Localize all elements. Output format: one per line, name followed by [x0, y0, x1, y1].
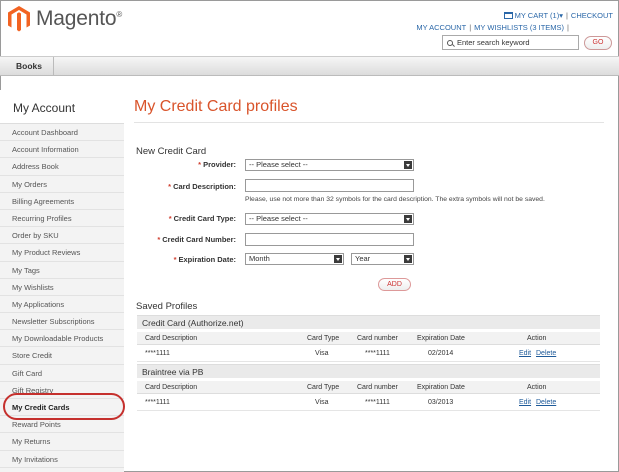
edit-link[interactable]: Edit: [519, 395, 531, 411]
row-card-type: Visa: [315, 350, 329, 357]
page-title: My Credit Card profiles: [134, 98, 298, 115]
my-wishlists-link[interactable]: MY WISHLISTS (3 ITEMS): [474, 23, 564, 32]
card-description-hint: Please, use not more than 32 symbols for…: [245, 196, 545, 203]
profile-group-header: Braintree via PB: [137, 364, 600, 378]
sidebar-item-my-downloadable-products[interactable]: My Downloadable Products: [0, 330, 124, 348]
col-card-type: Card Type: [307, 335, 340, 342]
sidebar-item-address-book[interactable]: Address Book: [0, 158, 124, 176]
sidebar-item-my-wishlists[interactable]: My Wishlists: [0, 279, 124, 296]
search-placeholder: Enter search keyword: [457, 38, 530, 47]
magento-logo-icon: [8, 6, 30, 32]
sidebar-item-gift-card[interactable]: Gift Card: [0, 365, 124, 382]
expiration-year-select[interactable]: Year: [351, 253, 414, 265]
row-card-number: ****1111: [365, 350, 390, 357]
magento-logo[interactable]: Magento®: [8, 6, 122, 32]
col-expiration-date: Expiration Date: [417, 384, 465, 391]
provider-select[interactable]: -- Please select --: [245, 159, 414, 171]
sidebar-item-newsletter-subscriptions[interactable]: Newsletter Subscriptions: [0, 313, 124, 331]
sidebar-item-billing-agreements[interactable]: Billing Agreements: [0, 193, 124, 210]
col-card-description: Card Description: [145, 384, 198, 391]
nav-item-books[interactable]: Books: [5, 57, 54, 75]
checkout-link[interactable]: CHECKOUT: [571, 11, 613, 20]
my-account-link[interactable]: MY ACCOUNT: [416, 23, 466, 32]
cart-icon: [503, 12, 513, 19]
highlight-callout: [3, 393, 125, 420]
logo-text: Magento®: [36, 7, 123, 30]
card-type-select[interactable]: -- Please select --: [245, 213, 414, 225]
sidebar-item-store-credit[interactable]: Store Credit: [0, 347, 124, 365]
row-expiration: 02/2014: [428, 350, 454, 357]
new-card-heading: New Credit Card: [136, 146, 207, 157]
expiration-label: * Expiration Date:: [173, 255, 236, 264]
top-links-row: MY CART (1)▾ | CHECKOUT: [503, 11, 613, 20]
row-card-description: ****1111: [145, 350, 170, 357]
col-card-number: Card number: [357, 335, 398, 342]
expiration-month-select[interactable]: Month: [245, 253, 344, 265]
sidebar-item-order-by-sku[interactable]: Order by SKU: [0, 227, 124, 245]
search-input[interactable]: Enter search keyword: [442, 35, 579, 50]
col-card-number: Card number: [357, 384, 398, 391]
sidebar-item-recurring-profiles[interactable]: Recurring Profiles: [0, 210, 124, 228]
row-card-type: Visa: [315, 399, 329, 406]
chevron-down-icon: [334, 255, 342, 263]
col-card-description: Card Description: [145, 335, 198, 342]
table-row: ****1111 Visa ****1111 03/2013 Edit Dele…: [137, 395, 600, 411]
search-icon: [447, 39, 453, 46]
saved-profiles-heading: Saved Profiles: [136, 301, 198, 312]
col-card-type: Card Type: [307, 384, 340, 391]
account-links-row: MY ACCOUNT | MY WISHLISTS (3 ITEMS) |: [416, 23, 569, 32]
provider-label: * Provider:: [198, 160, 236, 169]
title-divider: [134, 122, 604, 123]
sidebar-item-account-information[interactable]: Account Information: [0, 141, 124, 159]
chevron-down-icon: [404, 161, 412, 169]
row-expiration: 03/2013: [428, 399, 454, 406]
add-card-button[interactable]: ADD: [378, 278, 411, 291]
sidebar-item-my-returns[interactable]: My Returns: [0, 433, 124, 451]
my-cart-link[interactable]: MY CART (1): [515, 11, 560, 20]
table-header: Card Description Card Type Card number E…: [137, 332, 600, 345]
row-card-number: ****1111: [365, 399, 390, 406]
col-action: Action: [527, 335, 547, 342]
card-number-input[interactable]: [245, 233, 414, 246]
profile-group-header: Credit Card (Authorize.net): [137, 315, 600, 329]
search-go-button[interactable]: GO: [584, 36, 612, 50]
delete-link[interactable]: Delete: [536, 395, 556, 411]
sidebar-item-my-applications[interactable]: My Applications: [0, 296, 124, 314]
edit-link[interactable]: Edit: [519, 346, 531, 362]
sidebar-item-my-orders[interactable]: My Orders: [0, 176, 124, 193]
card-description-input[interactable]: [245, 179, 414, 192]
card-number-label: * Credit Card Number:: [157, 235, 236, 244]
row-card-description: ****1111: [145, 399, 170, 406]
top-navigation: Books: [0, 56, 619, 76]
sidebar-item-my-invitations[interactable]: My Invitations: [0, 451, 124, 468]
chevron-down-icon: [404, 255, 412, 263]
sidebar-item-my-product-reviews[interactable]: My Product Reviews: [0, 244, 124, 262]
table-header: Card Description Card Type Card number E…: [137, 381, 600, 394]
cart-caret-icon[interactable]: ▾: [559, 11, 563, 20]
col-action: Action: [527, 384, 547, 391]
chevron-down-icon: [404, 215, 412, 223]
delete-link[interactable]: Delete: [536, 346, 556, 362]
sidebar-item-account-dashboard[interactable]: Account Dashboard: [0, 124, 124, 142]
card-description-label: * Card Description:: [168, 182, 236, 191]
sidebar-item-my-tags[interactable]: My Tags: [0, 262, 124, 279]
table-row: ****1111 Visa ****1111 02/2014 Edit Dele…: [137, 346, 600, 362]
col-expiration-date: Expiration Date: [417, 335, 465, 342]
card-type-label: * Credit Card Type:: [168, 214, 236, 223]
sidebar-title: My Account: [0, 90, 124, 124]
